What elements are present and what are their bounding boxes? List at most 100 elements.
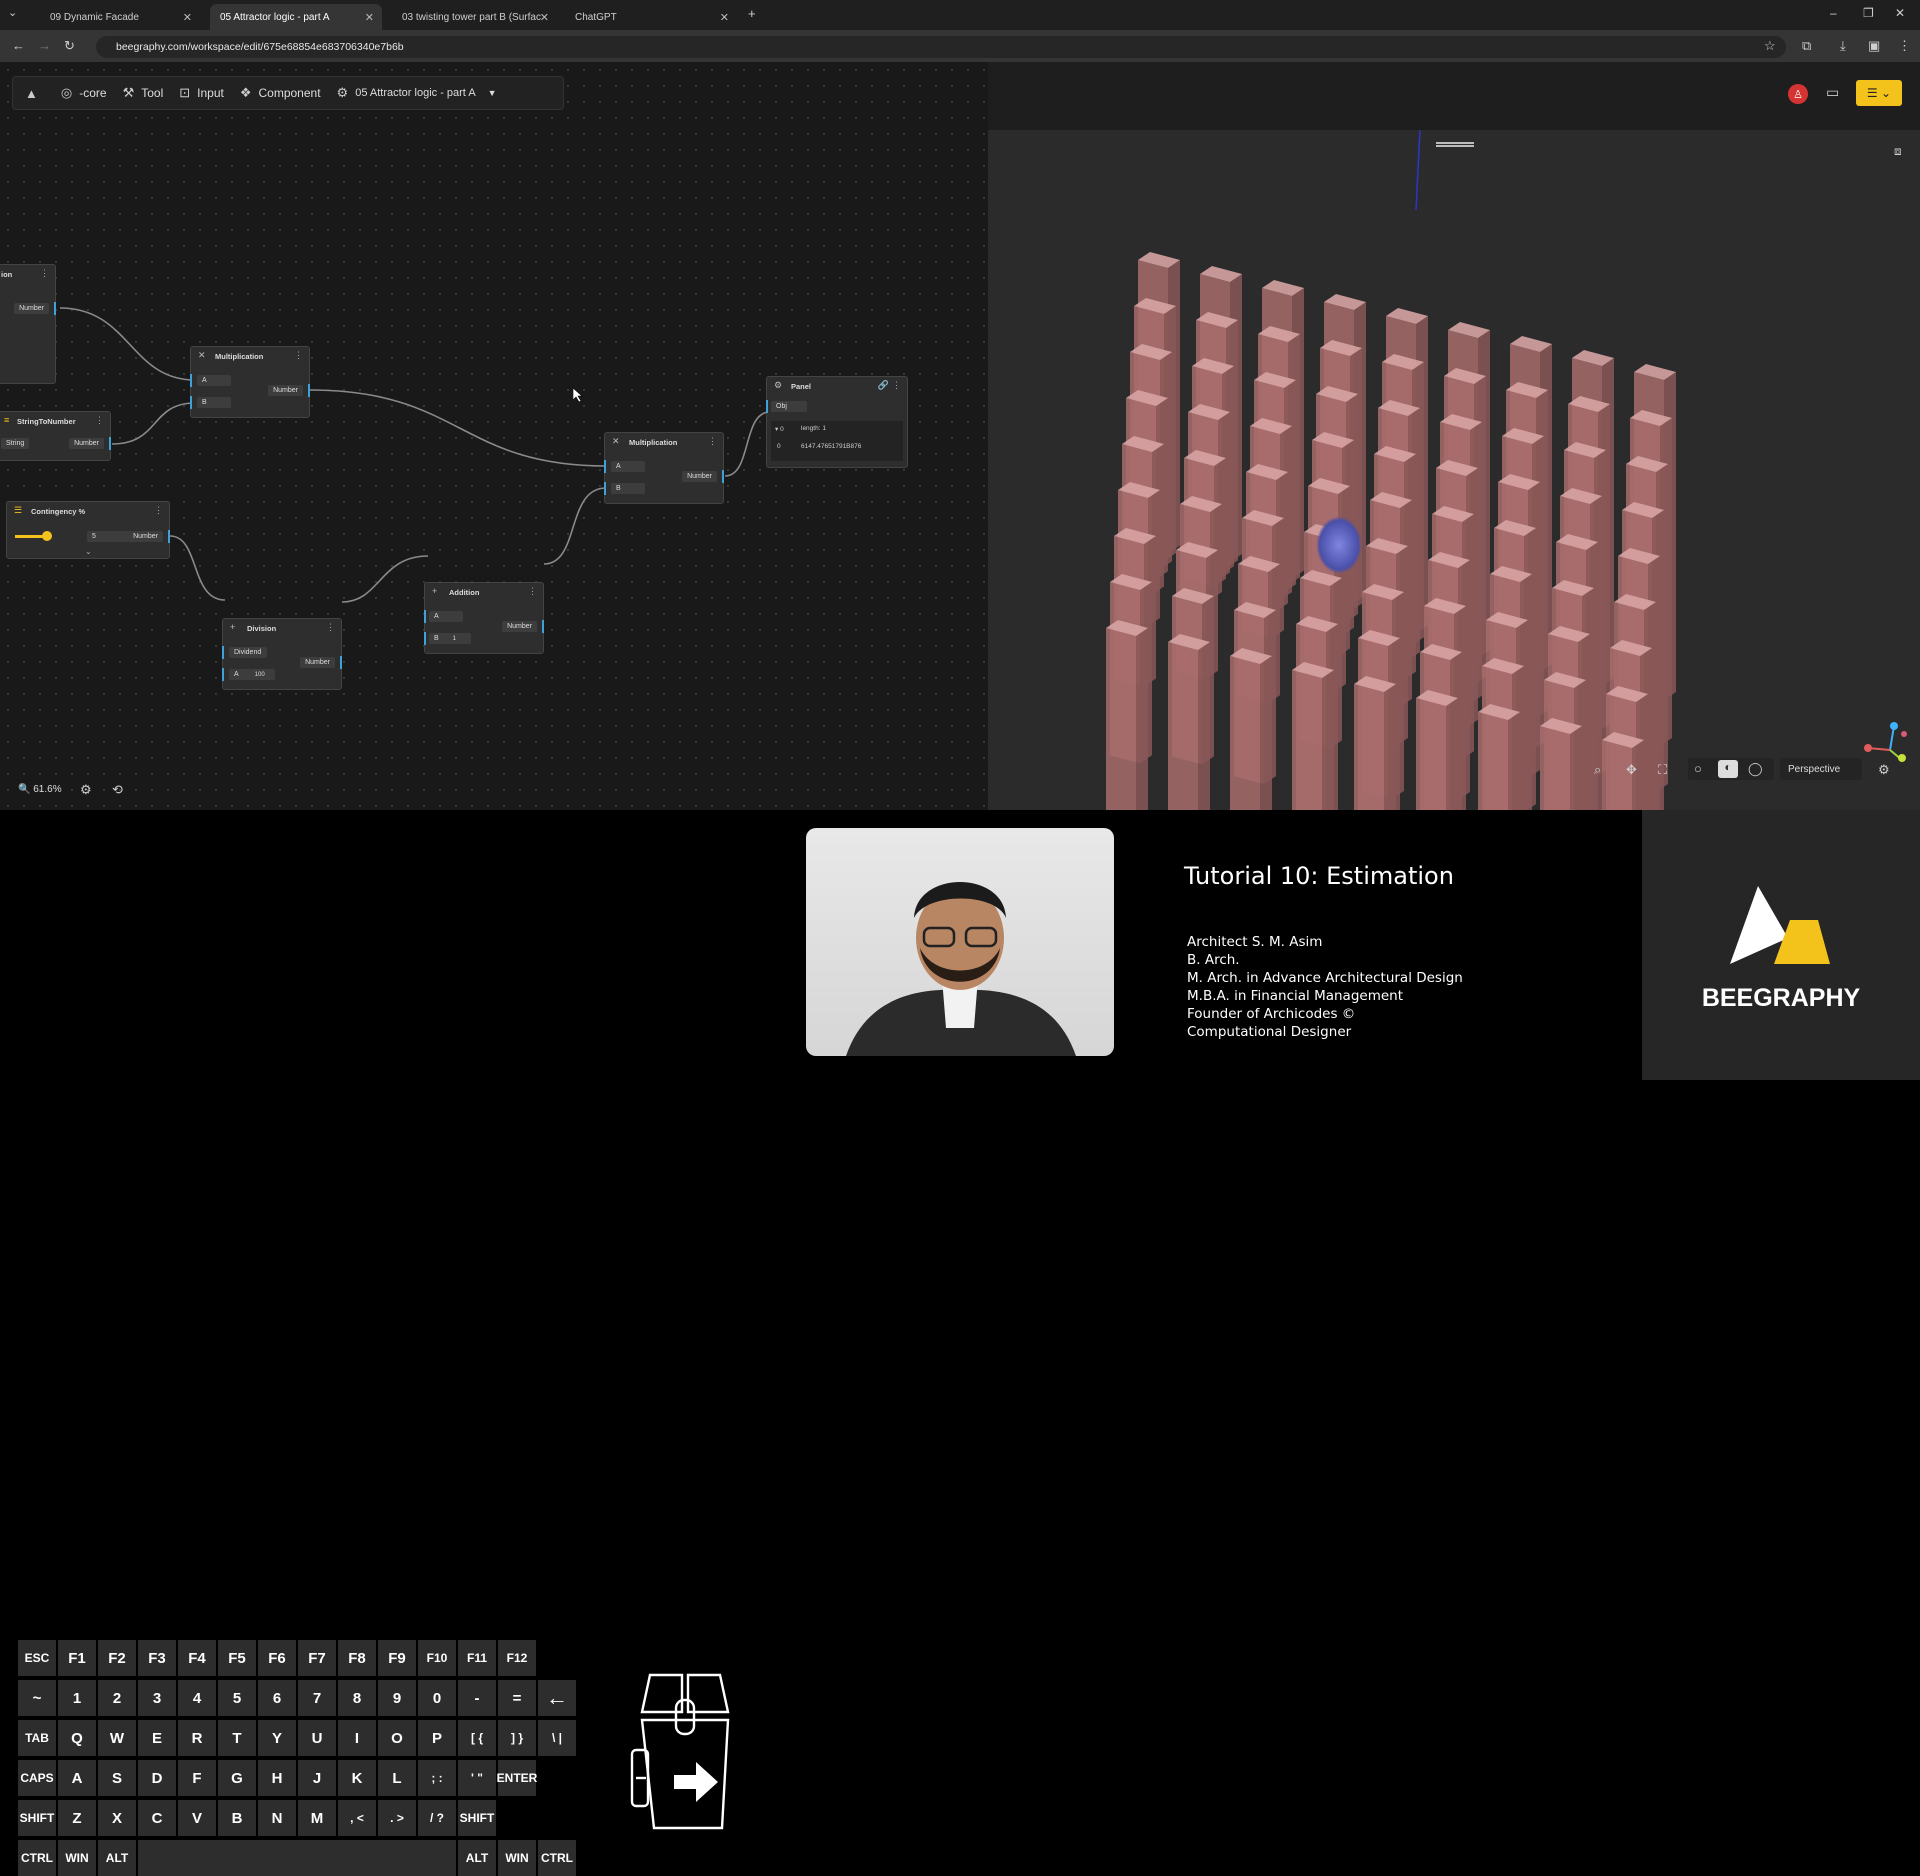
close-icon[interactable]: ✕ xyxy=(540,11,549,24)
input-menu[interactable]: ⊡ Input xyxy=(179,85,224,101)
link-icon[interactable]: 🔗 xyxy=(878,380,889,391)
node-multiplication-1[interactable]: Multiplication ✕ ⋮ A B Number xyxy=(190,346,310,418)
close-icon[interactable]: ✕ xyxy=(183,11,192,24)
input-port-b[interactable]: B xyxy=(611,483,645,494)
core-menu[interactable]: ◎ -core xyxy=(61,85,107,101)
node-editor-canvas[interactable]: ▲ ◎ -core ⚒ Tool ⊡ Input ❖ Component ⚙ 05 Att… xyxy=(0,62,988,810)
node-menu-icon[interactable]: ⋮ xyxy=(95,415,104,426)
tab-chatgpt[interactable]: ChatGPT ✕ xyxy=(565,4,737,30)
pin[interactable] xyxy=(190,374,192,387)
node-addition[interactable]: Addition + ⋮ A B1 Number xyxy=(424,582,544,654)
node-menu-icon[interactable]: ⋮ xyxy=(154,505,163,516)
download-icon[interactable]: ⤓ xyxy=(1840,38,1846,54)
camera-icon[interactable]: ⌕ xyxy=(1594,762,1601,778)
output-port[interactable]: Number xyxy=(69,438,104,449)
input-port-a[interactable]: A xyxy=(611,461,645,472)
output-port[interactable]: Number xyxy=(268,385,303,396)
close-window-icon[interactable]: ✕ xyxy=(1895,6,1905,20)
forward-icon[interactable]: → xyxy=(38,38,51,53)
file-menu[interactable]: ⚙ 05 Attractor logic - part A ▼ xyxy=(337,85,497,101)
slider-handle[interactable] xyxy=(42,531,52,541)
url-field[interactable]: beegraphy.com/workspace/edit/675e68854e6… xyxy=(96,36,1786,58)
node-menu-icon[interactable]: ⋮ xyxy=(40,268,49,279)
new-tab-icon[interactable]: + xyxy=(748,6,756,21)
bookmark-star-icon[interactable]: ☆ xyxy=(1764,38,1776,54)
shaded-mode-icon[interactable]: ◐ xyxy=(1718,760,1738,778)
wireframe-mode-icon[interactable]: ○ xyxy=(1694,761,1702,776)
output-port[interactable]: Number xyxy=(682,471,717,482)
pin[interactable] xyxy=(109,437,111,450)
input-port[interactable]: String xyxy=(1,438,30,449)
orbit-icon[interactable]: ✥ xyxy=(1626,762,1637,778)
close-icon[interactable]: ✕ xyxy=(720,11,729,24)
properties-toggle-button[interactable]: ☰ ⌄ xyxy=(1856,80,1902,106)
node-menu-icon[interactable]: ⋮ xyxy=(326,622,335,633)
tab-attractor-logic[interactable]: 05 Attractor logic - part A ✕ xyxy=(210,4,382,30)
pin[interactable] xyxy=(424,610,426,623)
input-port-b[interactable]: B xyxy=(197,397,231,408)
node-title: ion xyxy=(1,269,13,279)
node-menu-icon[interactable]: ⋮ xyxy=(892,380,901,391)
editor-history-icon[interactable]: ⟲ xyxy=(112,782,123,798)
pin[interactable] xyxy=(766,400,768,413)
input-port-dividend[interactable]: Dividend xyxy=(229,647,267,658)
node-contingency[interactable]: Contingency % ☰ ⋮ 5 Number ⌄ xyxy=(6,501,170,559)
key: [ { xyxy=(458,1720,496,1756)
pin[interactable] xyxy=(168,530,170,543)
pin[interactable] xyxy=(308,384,310,397)
pin[interactable] xyxy=(190,396,192,409)
profile-icon[interactable]: ▣ xyxy=(1868,38,1880,54)
node-partial[interactable]: ion ⋮ Number xyxy=(0,264,56,384)
3d-viewport[interactable]: ⧈ ⌕ ✥ ⛶ ○ ◐ ◯ Perspective ⚙ xyxy=(988,130,1920,810)
maximize-icon[interactable]: ❐ xyxy=(1863,6,1874,20)
editor-settings-icon[interactable]: ⚙ xyxy=(80,782,92,798)
comment-icon[interactable]: ▭ xyxy=(1826,84,1839,101)
pin[interactable] xyxy=(604,460,606,473)
pin[interactable] xyxy=(604,482,606,495)
input-port-a[interactable]: A xyxy=(429,611,463,622)
key: Y xyxy=(258,1720,296,1756)
close-icon[interactable]: ✕ xyxy=(365,11,374,24)
node-multiplication-2[interactable]: Multiplication ✕ ⋮ A B Number xyxy=(604,432,724,504)
beegraphy-logo-button[interactable]: ▲ xyxy=(25,86,45,101)
user-avatar-icon[interactable]: ♙ xyxy=(1788,84,1808,104)
pin[interactable] xyxy=(542,620,544,633)
pin[interactable] xyxy=(54,302,56,315)
tab-dynamic-facade[interactable]: 09 Dynamic Facade ✕ xyxy=(40,4,200,30)
pin[interactable] xyxy=(722,470,724,483)
extensions-icon[interactable]: ⧉ xyxy=(1802,38,1811,54)
component-menu[interactable]: ❖ Component xyxy=(240,85,321,101)
node-string-to-number[interactable]: StringToNumber ≡ ⋮ String Number xyxy=(0,411,111,461)
slider-value[interactable]: 5 xyxy=(87,531,129,542)
input-port-a[interactable]: A 100 xyxy=(229,669,275,680)
fullscreen-icon[interactable]: ⛶ xyxy=(1658,762,1667,778)
rendered-mode-icon[interactable]: ◯ xyxy=(1748,761,1763,777)
tab-search-icon[interactable]: ⌄ xyxy=(8,6,17,19)
node-division[interactable]: Division + ⋮ Dividend A 100 Number xyxy=(222,618,342,690)
tab-twisting-tower[interactable]: 03 twisting tower part B (Surfac ✕ xyxy=(392,4,557,30)
menu-icon[interactable]: ⋮ xyxy=(1898,38,1911,54)
pin[interactable] xyxy=(222,646,224,659)
zoom-indicator[interactable]: 🔍 61.6% xyxy=(18,784,62,795)
back-icon[interactable]: ← xyxy=(12,38,25,53)
node-panel[interactable]: Panel ⚙ 🔗 ⋮ Obj ▾ 0 length: 1 0 6147.476… xyxy=(766,376,908,468)
output-port[interactable]: Number xyxy=(14,303,49,314)
pin[interactable] xyxy=(424,632,426,645)
input-port-b[interactable]: B1 xyxy=(429,633,471,644)
chevron-down-icon[interactable]: ⌄ xyxy=(85,547,92,556)
input-port-obj[interactable]: Obj xyxy=(771,401,807,412)
minimize-icon[interactable]: – xyxy=(1830,6,1837,20)
reload-icon[interactable]: ↻ xyxy=(64,38,75,54)
node-menu-icon[interactable]: ⋮ xyxy=(294,350,303,361)
output-port[interactable]: Number xyxy=(502,621,537,632)
output-port[interactable]: Number xyxy=(128,531,163,542)
input-port-a[interactable]: A xyxy=(197,375,231,386)
node-menu-icon[interactable]: ⋮ xyxy=(528,586,537,597)
tool-menu[interactable]: ⚒ Tool xyxy=(123,85,164,101)
axis-gizmo[interactable] xyxy=(1850,720,1910,764)
viewport-settings-icon[interactable]: ⚙ xyxy=(1878,762,1890,778)
pin[interactable] xyxy=(222,668,224,681)
pin[interactable] xyxy=(340,656,342,669)
output-port[interactable]: Number xyxy=(300,657,335,668)
node-menu-icon[interactable]: ⋮ xyxy=(708,436,717,447)
